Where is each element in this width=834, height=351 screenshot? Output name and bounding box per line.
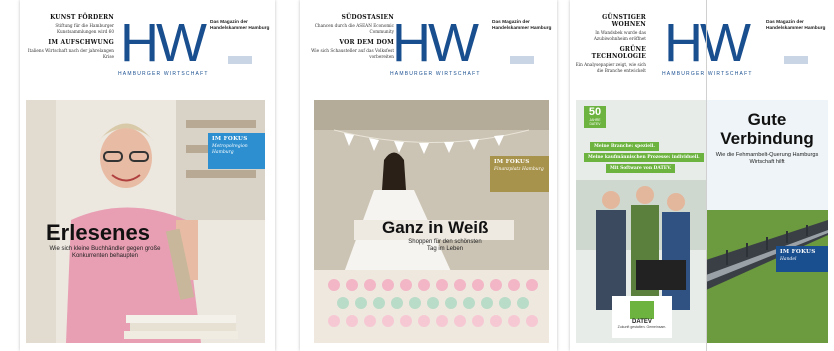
kicker-text: Italiens Wirtschaft nach der jahrelangen… — [27, 48, 114, 59]
cover-kickers: KUNST FÖRDERN Stiftung für die Hamburger… — [24, 14, 114, 64]
fokus-box: IM FOKUS Handel — [776, 246, 828, 272]
logo-subtitle: HAMBURGER WIRTSCHAFT — [662, 71, 753, 77]
cover-subline: Shoppen für den schönsten Tag im Leben — [408, 239, 482, 252]
hw-logo: HW — [120, 13, 207, 73]
fokus-heading: IM FOKUS — [212, 136, 248, 142]
badge-text: JAHRE DATEV — [589, 118, 601, 126]
fokus-subtitle: Handel — [780, 257, 797, 262]
kicker-head: SÜDOSTASIEN — [341, 14, 394, 21]
cover-headline: Erlesenes — [46, 220, 150, 245]
kicker-text: Wie sich Schausteller auf das Volksfest … — [311, 48, 394, 59]
cover-headline: Ganz in Weiß — [382, 218, 489, 237]
kicker-text: In Wandsbek wurde das Azubiwohnheim eröf… — [593, 30, 646, 41]
magazine-cover-1[interactable]: KUNST FÖRDERN Stiftung für die Hamburger… — [20, 0, 275, 351]
kicker-head: GRÜNE TECHNOLOGIE — [591, 46, 646, 60]
cover-photo: IM FOKUS Finanzplatz Hamburg Ganz in Wei… — [314, 100, 549, 343]
kicker-text: Ein Analysepapier zeigt, wie sich die Br… — [575, 62, 646, 73]
cover-fold — [706, 0, 707, 351]
logo-subtitle: HAMBURGER WIRTSCHAFT — [118, 71, 209, 77]
datev-logo-box: DATEV Zukunft gestalten. Gemeinsam. — [612, 296, 672, 338]
fokus-subtitle: Finanzplatz Hamburg — [494, 167, 544, 172]
datev-tagline: Zukunft gestalten. Gemeinsam. — [617, 325, 667, 329]
kicker-text: Chancen durch die ASEAN Economic Communi… — [314, 23, 394, 34]
cover-kickers: SÜDOSTASIEN Chancen durch die ASEAN Econ… — [304, 14, 394, 64]
kicker-text: Stiftung für die Hamburger Kunstsammlung… — [55, 23, 114, 34]
bridge-photo: Gute Verbindung Wie die Fehmarnbelt-Quer… — [706, 100, 828, 343]
hw-logo: HW — [392, 13, 479, 73]
fokus-box: IM FOKUS Finanzplatz Hamburg — [490, 156, 549, 192]
kicker-head: GÜNSTIGER WOHNEN — [602, 14, 646, 28]
cover-kickers: GÜNSTIGER WOHNEN In Wandsbek wurde das A… — [574, 14, 646, 78]
datev-ad: 50 JAHRE DATEV Meine Branche: speziell. … — [576, 100, 706, 343]
magazine-label: Das Magazin der Handelskammer Hamburg — [210, 20, 270, 31]
magazine-cover-2[interactable]: SÜDOSTASIEN Chancen durch die ASEAN Econ… — [300, 0, 557, 351]
magazine-cover-3[interactable]: GÜNSTIGER WOHNEN In Wandsbek wurde das A… — [570, 0, 834, 351]
kicker-head: IM AUFSCHWUNG — [48, 39, 114, 46]
badge-number: 50 — [588, 106, 602, 118]
fokus-box: IM FOKUS Metropolregion Hamburg — [208, 133, 265, 169]
fokus-heading: IM FOKUS — [494, 159, 530, 165]
barcode-strip — [784, 56, 808, 64]
magazine-label: Das Magazin der Handelskammer Hamburg — [492, 20, 552, 31]
ad-line-2: Meine kaufmännischen Prozesse: individue… — [584, 153, 704, 162]
cover-subline: Wie sich kleine Buchhändler gegen große … — [49, 246, 161, 259]
cover-photo: 50 JAHRE DATEV Meine Branche: speziell. … — [576, 100, 828, 343]
barcode-strip — [228, 56, 252, 64]
ad-line-1: Meine Branche: speziell. — [590, 142, 659, 151]
datev-mark — [630, 301, 654, 319]
anniversary-badge: 50 JAHRE DATEV — [584, 106, 606, 128]
cover-headline: Gute Verbindung — [720, 110, 814, 148]
logo-subtitle: HAMBURGER WIRTSCHAFT — [390, 71, 481, 77]
magazine-label: Das Magazin der Handelskammer Hamburg — [766, 20, 826, 31]
kicker-head: VOR DEM DOM — [339, 39, 394, 46]
fokus-heading: IM FOKUS — [780, 249, 816, 255]
barcode-strip — [510, 56, 534, 64]
cover-photo: IM FOKUS Metropolregion Hamburg Erlesene… — [26, 100, 265, 343]
kicker-head: KUNST FÖRDERN — [50, 14, 114, 21]
cover-subline: Wie die Fehmarnbelt-Querung Hamburgs Wir… — [715, 152, 819, 165]
fokus-subtitle: Metropolregion Hamburg — [212, 144, 248, 155]
ad-line-3: Mit Software von DATEV. — [606, 164, 676, 173]
